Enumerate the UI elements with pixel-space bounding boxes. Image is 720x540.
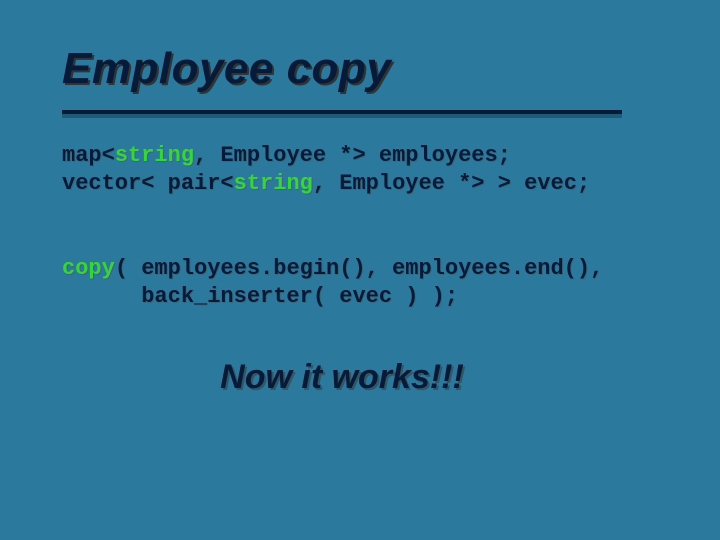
title-underline xyxy=(62,110,622,114)
conclusion-text: Now it works!!! xyxy=(62,358,622,397)
code-text: ( employees.begin(), employees.end(), xyxy=(115,256,603,281)
code-highlight-string: string xyxy=(234,171,313,196)
code-text: , Employee *> > evec; xyxy=(313,171,590,196)
code-highlight-copy: copy xyxy=(62,256,115,281)
code-highlight-string: string xyxy=(115,143,194,168)
code-text: , Employee *> employees; xyxy=(194,143,511,168)
code-block-declarations: map<string, Employee *> employees; vecto… xyxy=(62,142,708,197)
slide: Employee copy map<string, Employee *> em… xyxy=(62,44,708,528)
code-text: back_inserter( evec ) ); xyxy=(62,284,458,309)
code-text: vector< pair< xyxy=(62,171,234,196)
slide-title: Employee copy xyxy=(62,44,708,94)
code-text: map< xyxy=(62,143,115,168)
code-block-copy: copy( employees.begin(), employees.end()… xyxy=(62,255,708,310)
